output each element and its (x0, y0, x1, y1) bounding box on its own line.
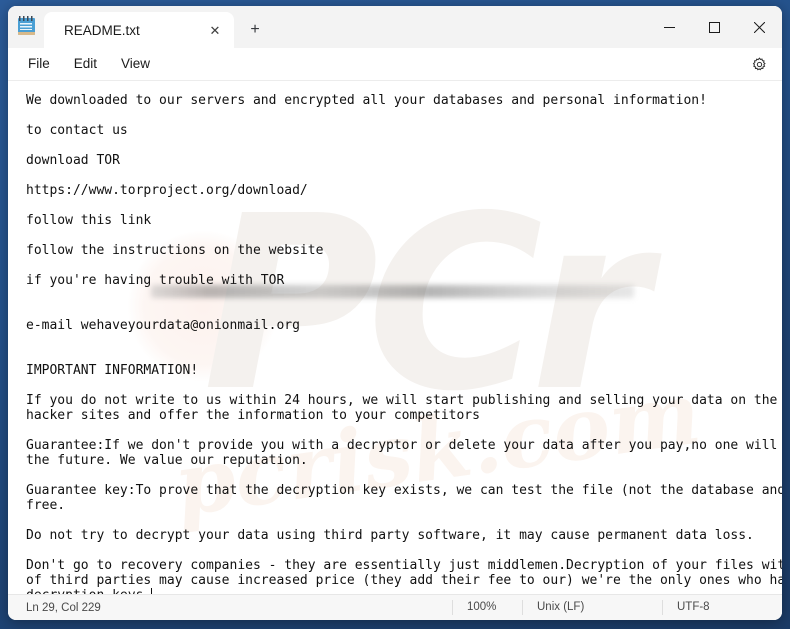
note-line: Don't go to recovery companies - they ar… (26, 558, 782, 573)
tab-readme[interactable]: README.txt ✕ (44, 12, 234, 48)
status-encoding[interactable]: UTF-8 (662, 600, 782, 615)
note-line (26, 198, 782, 213)
note-line (26, 543, 782, 558)
note-line (26, 138, 782, 153)
notepad-window: README.txt ✕ + File Edit View PCr pcrisk… (8, 6, 782, 620)
note-line: follow this link (26, 213, 160, 228)
note-line: free. (26, 498, 66, 513)
text-editor-area[interactable]: PCr pcrisk.com We downloaded to our serv… (8, 80, 782, 594)
menu-bar: File Edit View (8, 48, 782, 80)
note-line (26, 468, 782, 483)
note-line: hacker sites and offer the information t… (26, 408, 480, 423)
note-line: decryption keys. (26, 588, 782, 594)
maximize-button[interactable] (692, 6, 737, 48)
note-line: https://www.torproject.org/download/ (26, 183, 308, 198)
status-cursor-position: Ln 29, Col 229 (26, 601, 101, 614)
note-line (26, 108, 782, 123)
redacted-url-blur (151, 285, 634, 298)
note-line (26, 378, 782, 393)
menu-item-file[interactable]: File (16, 51, 62, 77)
note-line: the future. We value our reputation. (26, 453, 308, 468)
settings-gear-icon[interactable] (746, 52, 772, 76)
note-line (26, 513, 782, 528)
note-text-content[interactable]: We downloaded to our servers and encrypt… (8, 81, 782, 594)
tab-strip: README.txt ✕ + (44, 6, 270, 48)
note-line: Do not try to decrypt your data using th… (26, 528, 754, 543)
note-line (26, 303, 782, 318)
notepad-icon (8, 6, 44, 48)
status-zoom-level[interactable]: 100% (452, 600, 522, 615)
status-bar: Ln 29, Col 229 100% Unix (LF) UTF-8 (8, 594, 782, 620)
status-line-ending[interactable]: Unix (LF) (522, 600, 662, 615)
note-line: Guarantee key:To prove that the decrypti… (26, 483, 782, 498)
close-button[interactable] (737, 6, 782, 48)
window-controls (647, 6, 782, 48)
note-line (26, 258, 782, 273)
menu-item-edit[interactable]: Edit (62, 51, 109, 77)
note-line (26, 333, 782, 348)
minimize-button[interactable] (647, 6, 692, 48)
tab-close-icon[interactable]: ✕ (202, 18, 228, 42)
note-line: e-mail wehaveyourdata@onionmail.org (26, 318, 300, 333)
note-line: If you do not write to us within 24 hour… (26, 393, 782, 408)
title-bar: README.txt ✕ + (8, 6, 782, 48)
note-line: We downloaded to our servers and encrypt… (26, 93, 707, 108)
note-line: IMPORTANT INFORMATION! (26, 363, 199, 378)
note-line: follow the instructions on the website (26, 243, 324, 258)
menu-item-view[interactable]: View (109, 51, 162, 77)
tab-title: README.txt (64, 22, 140, 38)
note-line: to contact us (26, 123, 128, 138)
note-line (26, 228, 782, 243)
new-tab-button[interactable]: + (240, 16, 270, 44)
note-line (26, 348, 782, 363)
note-line: of third parties may cause increased pri… (26, 573, 782, 588)
note-line (26, 168, 782, 183)
text-caret (151, 588, 153, 594)
note-line: Guarantee:If we don't provide you with a… (26, 438, 782, 453)
note-line: download TOR (26, 153, 120, 168)
note-line (26, 423, 782, 438)
